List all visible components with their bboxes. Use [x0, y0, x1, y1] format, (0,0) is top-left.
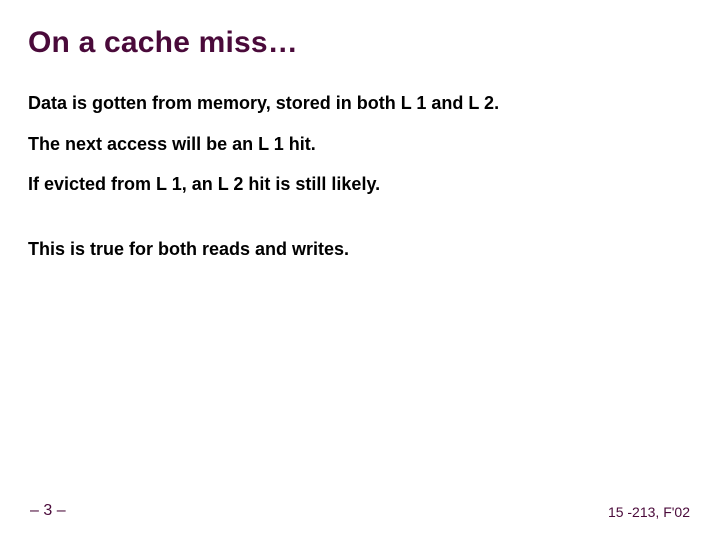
body-line-3: If evicted from L 1, an L 2 hit is still… [28, 173, 692, 196]
footer: – 3 – 15 -213, F'02 [0, 502, 720, 520]
page-number: – 3 – [30, 502, 66, 520]
body-line-1: Data is gotten from memory, stored in bo… [28, 92, 692, 115]
body-line-4: This is true for both reads and writes. [28, 238, 692, 261]
slide-title: On a cache miss… [28, 26, 692, 60]
body-line-2: The next access will be an L 1 hit. [28, 133, 692, 156]
course-label: 15 -213, F'02 [608, 504, 690, 520]
slide: On a cache miss… Data is gotten from mem… [0, 0, 720, 540]
